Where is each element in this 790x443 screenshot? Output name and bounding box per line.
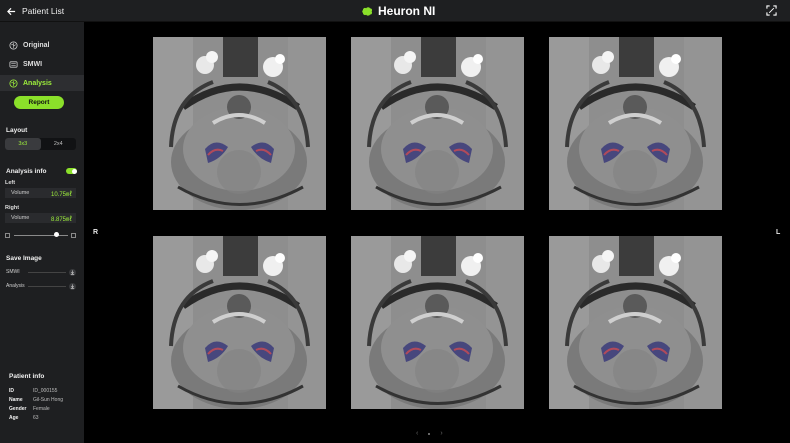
save-row-smwi: SMWI	[6, 268, 78, 276]
nav-label: Original	[23, 41, 50, 49]
download-icon	[70, 269, 75, 275]
divider	[28, 285, 66, 287]
scan-image-2[interactable]	[351, 37, 524, 210]
analysis-info-toggle[interactable]	[66, 168, 77, 174]
pager: ‹ ›	[416, 430, 443, 437]
info-key: ID	[9, 388, 14, 394]
scan-image-3[interactable]	[549, 37, 722, 210]
brand-name: Heuron NI	[378, 4, 436, 18]
left-label: Left	[5, 180, 16, 186]
divider	[28, 271, 66, 273]
left-volume-value: 10.75㎖	[50, 191, 72, 198]
info-key: Name	[9, 397, 23, 403]
patient-info-row: Age 63	[9, 415, 39, 421]
layout-title: Layout	[6, 127, 28, 134]
report-button[interactable]: Report	[14, 96, 64, 109]
download-icon	[70, 283, 75, 289]
layout-selector: 3x3 2x4	[5, 138, 76, 150]
pager-dot	[428, 432, 431, 435]
info-key: Gender	[9, 406, 27, 412]
nav-item-smwi[interactable]: SMWI	[0, 56, 84, 72]
opacity-slider[interactable]	[5, 231, 77, 239]
left-volume-row: Volume 10.75㎖	[5, 188, 76, 198]
patient-id: ID_000155	[33, 388, 58, 394]
slider-max-icon	[71, 232, 76, 238]
scan-image-6[interactable]	[549, 236, 722, 409]
info-key: Age	[9, 415, 19, 421]
slider-min-icon	[5, 232, 10, 238]
pager-prev-button[interactable]: ‹	[416, 430, 418, 437]
patient-age: 63	[33, 415, 39, 421]
brand: Heuron NI	[362, 3, 435, 19]
patient-info-row: Name Gil-Sun Hong	[9, 397, 63, 403]
scan-image-5[interactable]	[351, 236, 524, 409]
top-bar: Patient List Heuron NI	[0, 0, 790, 22]
nav-item-analysis[interactable]: Analysis	[0, 75, 84, 91]
patient-gender: Female	[33, 406, 50, 412]
scan-image-1[interactable]	[153, 37, 326, 210]
volume-key: Volume	[11, 190, 30, 196]
patient-info-row: Gender Female	[9, 406, 50, 412]
save-image-title: Save Image	[6, 255, 42, 262]
brain-icon	[9, 40, 18, 50]
back-to-patient-list[interactable]: Patient List	[7, 4, 64, 18]
save-row-analysis: Analysis	[6, 282, 78, 290]
nav-label: SMWI	[23, 60, 43, 68]
pager-next-button[interactable]: ›	[440, 430, 442, 437]
nav-item-original[interactable]: Original	[0, 37, 84, 53]
back-label: Patient List	[22, 6, 65, 16]
save-item-label: SMWI	[6, 269, 20, 275]
nav-label: Analysis	[23, 79, 52, 87]
arrow-left-icon	[7, 7, 16, 15]
volume-key: Volume	[11, 215, 30, 221]
patient-name: Gil-Sun Hong	[33, 397, 64, 403]
heuron-logo-icon	[362, 6, 373, 16]
orientation-right-marker: L	[776, 229, 781, 236]
download-analysis-button[interactable]	[69, 282, 76, 290]
save-item-label: Analysis	[6, 283, 25, 289]
sidebar: Original SMWI Analysis Report Layout 3x3…	[0, 22, 84, 443]
slider-track[interactable]	[14, 234, 68, 236]
right-volume-value: 8.875㎖	[50, 216, 72, 223]
scan-image-4[interactable]	[153, 236, 326, 409]
right-label: Right	[5, 205, 20, 211]
fullscreen-icon[interactable]	[766, 5, 777, 16]
analysis-info-title: Analysis info	[6, 168, 47, 175]
layers-icon	[9, 60, 18, 68]
analysis-brain-icon	[9, 78, 18, 88]
patient-info-row: ID ID_000155	[9, 388, 57, 394]
layout-option-2x4[interactable]: 2x4	[41, 138, 77, 150]
orientation-left-marker: R	[93, 229, 99, 236]
download-smwi-button[interactable]	[69, 268, 76, 276]
layout-option-3x3[interactable]: 3x3	[5, 138, 41, 150]
slider-thumb[interactable]	[53, 232, 59, 237]
patient-info-title: Patient info	[9, 373, 45, 380]
right-volume-row: Volume 8.875㎖	[5, 213, 76, 223]
